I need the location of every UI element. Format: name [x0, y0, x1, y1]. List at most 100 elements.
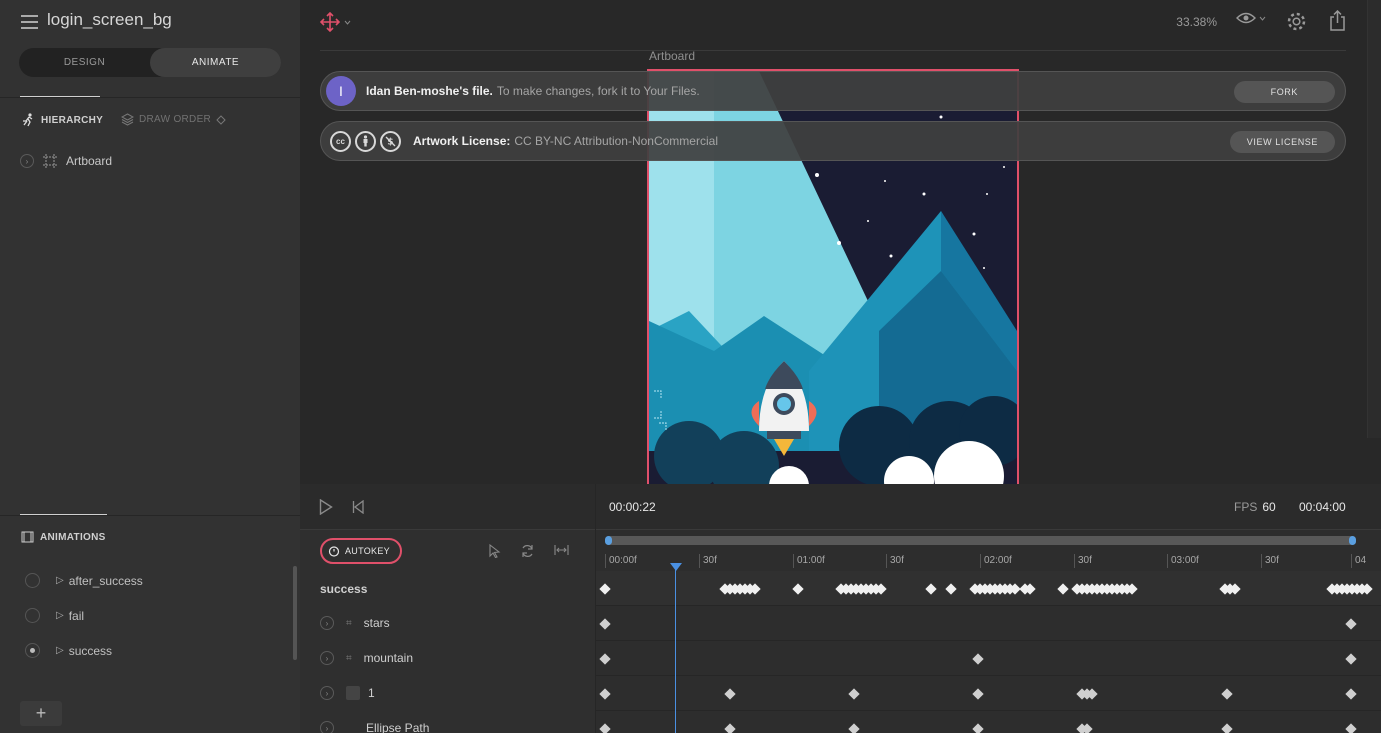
keyframe[interactable]	[599, 723, 611, 733]
expand-icon[interactable]: ›	[320, 686, 334, 700]
radio-button[interactable]	[25, 573, 40, 588]
move-tool-button[interactable]	[320, 12, 351, 32]
expand-icon[interactable]: ›	[320, 616, 334, 630]
keyframe[interactable]	[1221, 688, 1233, 700]
animate-mode-button[interactable]: ANIMATE	[150, 48, 281, 77]
keyframe[interactable]	[599, 583, 611, 595]
keyframe[interactable]	[925, 583, 937, 595]
track-label: Ellipse Path	[366, 721, 430, 733]
keyframe[interactable]	[1345, 723, 1357, 733]
license-name: CC BY-NC Attribution-NonCommercial	[514, 134, 718, 148]
keyframe[interactable]	[972, 688, 984, 700]
keyframe[interactable]	[724, 723, 736, 733]
ruler-tick: 30f	[1074, 554, 1092, 568]
duration[interactable]: 00:04:00	[1299, 500, 1346, 514]
divider	[320, 50, 1346, 51]
expand-icon[interactable]: ›	[320, 651, 334, 665]
playhead[interactable]	[675, 564, 676, 733]
fps-label: FPS	[1234, 500, 1258, 514]
track-keyframes-1[interactable]	[595, 676, 1381, 711]
track-keyframes-ellipse[interactable]	[595, 711, 1381, 733]
keyframe[interactable]	[1345, 618, 1357, 630]
autokey-button[interactable]: AUTOKEY	[320, 538, 402, 564]
keyframe[interactable]	[1345, 653, 1357, 665]
animation-item-fail[interactable]: ▷ fail	[25, 608, 84, 623]
track-label: stars	[363, 616, 390, 630]
group-icon: ⌗	[346, 652, 352, 664]
export-button[interactable]	[1329, 9, 1346, 36]
film-icon	[21, 531, 34, 543]
stage-scrollbar[interactable]	[1367, 0, 1381, 438]
timeline-tools	[488, 544, 569, 558]
fps-control[interactable]: FPS 60	[1234, 500, 1276, 514]
ruler-tick: 04	[1351, 554, 1366, 568]
keyframe[interactable]	[792, 583, 804, 595]
current-time[interactable]: 00:00:22	[609, 500, 656, 514]
keyframe[interactable]	[599, 653, 611, 665]
keyframe[interactable]	[848, 723, 860, 733]
timeline-toolbar	[300, 484, 1381, 530]
fps-value[interactable]: 60	[1262, 500, 1275, 514]
keyframe[interactable]	[945, 583, 957, 595]
go-to-start-button[interactable]	[352, 499, 364, 519]
tab-draw-order[interactable]: DRAW ORDER	[121, 113, 226, 126]
fit-icon[interactable]	[554, 544, 569, 556]
settings-button[interactable]	[1286, 11, 1307, 37]
expand-icon[interactable]: ›	[320, 721, 334, 733]
keyframe[interactable]	[1057, 583, 1069, 595]
track-row-stars[interactable]: › ⌗ stars	[320, 616, 390, 630]
cursor-icon[interactable]	[488, 544, 501, 558]
autokey-label: AUTOKEY	[345, 546, 390, 556]
ruler-tick: 02:00f	[980, 554, 1012, 568]
expand-icon[interactable]: ›	[20, 154, 34, 168]
left-panel: login_screen_bg DESIGN ANIMATE HIERARCHY…	[0, 0, 300, 733]
shape-icon	[346, 686, 360, 700]
eye-icon	[1236, 12, 1256, 24]
track-keyframes-mountain[interactable]	[595, 641, 1381, 676]
keyframe[interactable]	[724, 688, 736, 700]
license-icons: cc $	[330, 130, 401, 152]
menu-icon[interactable]	[21, 15, 38, 29]
radio-button-selected[interactable]	[25, 643, 40, 658]
radio-button[interactable]	[25, 608, 40, 623]
play-icon	[319, 498, 333, 516]
timeline-scrollbar[interactable]	[605, 536, 1356, 545]
loop-icon[interactable]	[520, 544, 535, 558]
ruler-tick: 30f	[886, 554, 904, 568]
keyframe[interactable]	[1221, 723, 1233, 733]
layers-icon	[121, 113, 134, 126]
animation-item-success[interactable]: ▷ success	[25, 643, 112, 658]
track-keyframes-stars[interactable]	[595, 606, 1381, 641]
keyframe[interactable]	[599, 618, 611, 630]
gear-icon	[1287, 12, 1306, 31]
keyframe[interactable]	[848, 688, 860, 700]
keyframe[interactable]	[599, 688, 611, 700]
non-commercial-icon: $	[380, 130, 401, 152]
avatar: I	[326, 76, 356, 106]
add-animation-button[interactable]: +	[20, 701, 62, 726]
track-row-1[interactable]: › 1	[320, 686, 375, 700]
tab-hierarchy[interactable]: HIERARCHY	[21, 113, 103, 127]
animation-item-after-success[interactable]: ▷ after_success	[25, 573, 143, 588]
design-mode-button[interactable]: DESIGN	[19, 48, 150, 77]
playhead-handle[interactable]	[670, 563, 682, 571]
zoom-level[interactable]: 33.38%	[1176, 15, 1217, 29]
play-button[interactable]	[319, 498, 333, 520]
play-icon: ▷	[56, 645, 64, 656]
keyframe[interactable]	[1345, 688, 1357, 700]
keyframe[interactable]	[972, 723, 984, 733]
view-license-button[interactable]: VIEW LICENSE	[1229, 131, 1335, 153]
fork-message: To make changes, fork it to Your Files.	[496, 84, 700, 98]
track-keyframes-success[interactable]	[595, 571, 1381, 606]
fork-button[interactable]: FORK	[1233, 81, 1335, 103]
play-icon: ▷	[56, 575, 64, 586]
time-ruler[interactable]: 00:00f 30f 01:00f 30f 02:00f 30f 03:00f 30f 04	[595, 554, 1381, 571]
view-options-button[interactable]	[1236, 12, 1266, 24]
scrollbar[interactable]	[293, 566, 297, 660]
ruler-tick: 00:00f	[605, 554, 637, 568]
track-label: 1	[368, 686, 375, 700]
keyframe[interactable]	[972, 653, 984, 665]
track-row-mountain[interactable]: › ⌗ mountain	[320, 651, 413, 665]
track-row-ellipse-path[interactable]: › Ellipse Path	[320, 721, 429, 733]
hierarchy-item-artboard[interactable]: › Artboard	[20, 154, 112, 168]
